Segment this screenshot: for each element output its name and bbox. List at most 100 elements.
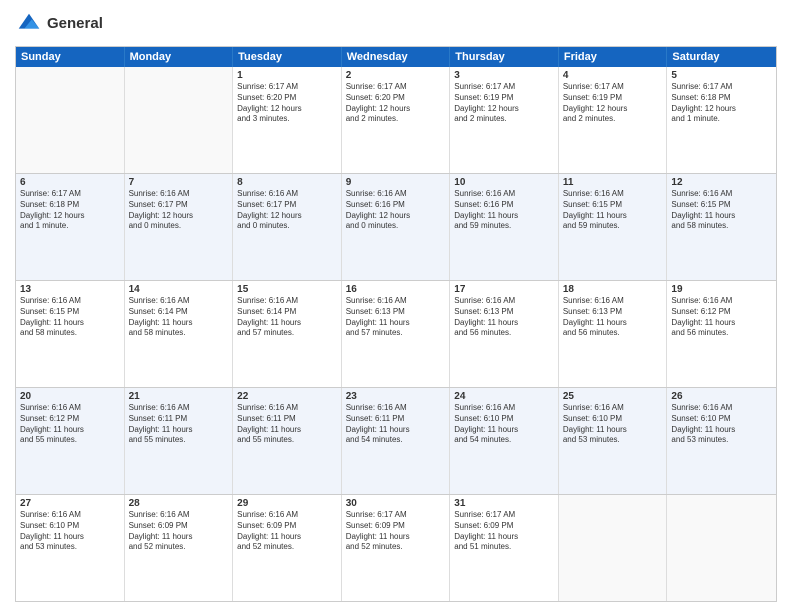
calendar-row-1: 6Sunrise: 6:17 AM Sunset: 6:18 PM Daylig… [16, 173, 776, 280]
day-cell-11: 11Sunrise: 6:16 AM Sunset: 6:15 PM Dayli… [559, 174, 668, 280]
day-cell-30: 30Sunrise: 6:17 AM Sunset: 6:09 PM Dayli… [342, 495, 451, 601]
header-cell-monday: Monday [125, 47, 234, 67]
day-cell-9: 9Sunrise: 6:16 AM Sunset: 6:16 PM Daylig… [342, 174, 451, 280]
day-info: Sunrise: 6:16 AM Sunset: 6:10 PM Dayligh… [671, 403, 772, 446]
day-cell-3: 3Sunrise: 6:17 AM Sunset: 6:19 PM Daylig… [450, 67, 559, 173]
day-cell-25: 25Sunrise: 6:16 AM Sunset: 6:10 PM Dayli… [559, 388, 668, 494]
header-cell-friday: Friday [559, 47, 668, 67]
day-info: Sunrise: 6:16 AM Sunset: 6:13 PM Dayligh… [346, 296, 446, 339]
day-number: 15 [237, 284, 337, 295]
header-cell-sunday: Sunday [16, 47, 125, 67]
day-cell-31: 31Sunrise: 6:17 AM Sunset: 6:09 PM Dayli… [450, 495, 559, 601]
calendar-header: SundayMondayTuesdayWednesdayThursdayFrid… [16, 47, 776, 67]
day-info: Sunrise: 6:17 AM Sunset: 6:19 PM Dayligh… [563, 82, 663, 125]
day-info: Sunrise: 6:16 AM Sunset: 6:11 PM Dayligh… [237, 403, 337, 446]
day-cell-26: 26Sunrise: 6:16 AM Sunset: 6:10 PM Dayli… [667, 388, 776, 494]
day-cell-4: 4Sunrise: 6:17 AM Sunset: 6:19 PM Daylig… [559, 67, 668, 173]
day-info: Sunrise: 6:16 AM Sunset: 6:10 PM Dayligh… [20, 510, 120, 553]
day-number: 7 [129, 177, 229, 188]
day-info: Sunrise: 6:16 AM Sunset: 6:09 PM Dayligh… [237, 510, 337, 553]
day-number: 1 [237, 70, 337, 81]
empty-cell [16, 67, 125, 173]
page: General SundayMondayTuesdayWednesdayThur… [0, 0, 792, 612]
day-info: Sunrise: 6:16 AM Sunset: 6:13 PM Dayligh… [563, 296, 663, 339]
day-cell-5: 5Sunrise: 6:17 AM Sunset: 6:18 PM Daylig… [667, 67, 776, 173]
day-number: 17 [454, 284, 554, 295]
calendar-row-2: 13Sunrise: 6:16 AM Sunset: 6:15 PM Dayli… [16, 280, 776, 387]
calendar: SundayMondayTuesdayWednesdayThursdayFrid… [15, 46, 777, 602]
calendar-row-0: 1Sunrise: 6:17 AM Sunset: 6:20 PM Daylig… [16, 67, 776, 173]
day-info: Sunrise: 6:17 AM Sunset: 6:19 PM Dayligh… [454, 82, 554, 125]
day-cell-2: 2Sunrise: 6:17 AM Sunset: 6:20 PM Daylig… [342, 67, 451, 173]
day-info: Sunrise: 6:16 AM Sunset: 6:13 PM Dayligh… [454, 296, 554, 339]
day-number: 8 [237, 177, 337, 188]
day-info: Sunrise: 6:17 AM Sunset: 6:18 PM Dayligh… [671, 82, 772, 125]
calendar-body: 1Sunrise: 6:17 AM Sunset: 6:20 PM Daylig… [16, 67, 776, 601]
day-info: Sunrise: 6:16 AM Sunset: 6:16 PM Dayligh… [346, 189, 446, 232]
day-number: 31 [454, 498, 554, 509]
day-cell-28: 28Sunrise: 6:16 AM Sunset: 6:09 PM Dayli… [125, 495, 234, 601]
day-number: 19 [671, 284, 772, 295]
day-number: 27 [20, 498, 120, 509]
header-cell-tuesday: Tuesday [233, 47, 342, 67]
day-number: 26 [671, 391, 772, 402]
day-info: Sunrise: 6:16 AM Sunset: 6:09 PM Dayligh… [129, 510, 229, 553]
day-cell-17: 17Sunrise: 6:16 AM Sunset: 6:13 PM Dayli… [450, 281, 559, 387]
day-info: Sunrise: 6:17 AM Sunset: 6:20 PM Dayligh… [237, 82, 337, 125]
day-cell-19: 19Sunrise: 6:16 AM Sunset: 6:12 PM Dayli… [667, 281, 776, 387]
day-info: Sunrise: 6:16 AM Sunset: 6:17 PM Dayligh… [237, 189, 337, 232]
day-number: 24 [454, 391, 554, 402]
day-info: Sunrise: 6:17 AM Sunset: 6:09 PM Dayligh… [454, 510, 554, 553]
day-cell-1: 1Sunrise: 6:17 AM Sunset: 6:20 PM Daylig… [233, 67, 342, 173]
day-number: 29 [237, 498, 337, 509]
day-number: 4 [563, 70, 663, 81]
day-info: Sunrise: 6:16 AM Sunset: 6:14 PM Dayligh… [237, 296, 337, 339]
day-info: Sunrise: 6:16 AM Sunset: 6:16 PM Dayligh… [454, 189, 554, 232]
day-info: Sunrise: 6:17 AM Sunset: 6:18 PM Dayligh… [20, 189, 120, 232]
calendar-row-3: 20Sunrise: 6:16 AM Sunset: 6:12 PM Dayli… [16, 387, 776, 494]
day-number: 12 [671, 177, 772, 188]
day-cell-23: 23Sunrise: 6:16 AM Sunset: 6:11 PM Dayli… [342, 388, 451, 494]
header-cell-wednesday: Wednesday [342, 47, 451, 67]
day-number: 28 [129, 498, 229, 509]
day-cell-6: 6Sunrise: 6:17 AM Sunset: 6:18 PM Daylig… [16, 174, 125, 280]
empty-cell [559, 495, 668, 601]
day-info: Sunrise: 6:16 AM Sunset: 6:14 PM Dayligh… [129, 296, 229, 339]
day-number: 9 [346, 177, 446, 188]
day-info: Sunrise: 6:16 AM Sunset: 6:12 PM Dayligh… [20, 403, 120, 446]
day-info: Sunrise: 6:16 AM Sunset: 6:15 PM Dayligh… [20, 296, 120, 339]
day-number: 16 [346, 284, 446, 295]
day-info: Sunrise: 6:16 AM Sunset: 6:17 PM Dayligh… [129, 189, 229, 232]
calendar-row-4: 27Sunrise: 6:16 AM Sunset: 6:10 PM Dayli… [16, 494, 776, 601]
day-cell-7: 7Sunrise: 6:16 AM Sunset: 6:17 PM Daylig… [125, 174, 234, 280]
day-number: 5 [671, 70, 772, 81]
logo: General [15, 10, 103, 38]
day-cell-27: 27Sunrise: 6:16 AM Sunset: 6:10 PM Dayli… [16, 495, 125, 601]
header-cell-saturday: Saturday [667, 47, 776, 67]
day-info: Sunrise: 6:16 AM Sunset: 6:15 PM Dayligh… [671, 189, 772, 232]
day-number: 18 [563, 284, 663, 295]
header: General [15, 10, 777, 38]
day-number: 20 [20, 391, 120, 402]
empty-cell [667, 495, 776, 601]
day-cell-20: 20Sunrise: 6:16 AM Sunset: 6:12 PM Dayli… [16, 388, 125, 494]
day-cell-22: 22Sunrise: 6:16 AM Sunset: 6:11 PM Dayli… [233, 388, 342, 494]
day-number: 13 [20, 284, 120, 295]
day-number: 22 [237, 391, 337, 402]
day-cell-18: 18Sunrise: 6:16 AM Sunset: 6:13 PM Dayli… [559, 281, 668, 387]
header-cell-thursday: Thursday [450, 47, 559, 67]
day-number: 10 [454, 177, 554, 188]
day-cell-8: 8Sunrise: 6:16 AM Sunset: 6:17 PM Daylig… [233, 174, 342, 280]
logo-text: General [47, 16, 103, 33]
day-cell-21: 21Sunrise: 6:16 AM Sunset: 6:11 PM Dayli… [125, 388, 234, 494]
day-info: Sunrise: 6:16 AM Sunset: 6:10 PM Dayligh… [563, 403, 663, 446]
day-info: Sunrise: 6:16 AM Sunset: 6:15 PM Dayligh… [563, 189, 663, 232]
empty-cell [125, 67, 234, 173]
day-number: 3 [454, 70, 554, 81]
day-number: 11 [563, 177, 663, 188]
day-number: 30 [346, 498, 446, 509]
day-cell-24: 24Sunrise: 6:16 AM Sunset: 6:10 PM Dayli… [450, 388, 559, 494]
day-info: Sunrise: 6:16 AM Sunset: 6:12 PM Dayligh… [671, 296, 772, 339]
day-info: Sunrise: 6:17 AM Sunset: 6:20 PM Dayligh… [346, 82, 446, 125]
day-number: 2 [346, 70, 446, 81]
